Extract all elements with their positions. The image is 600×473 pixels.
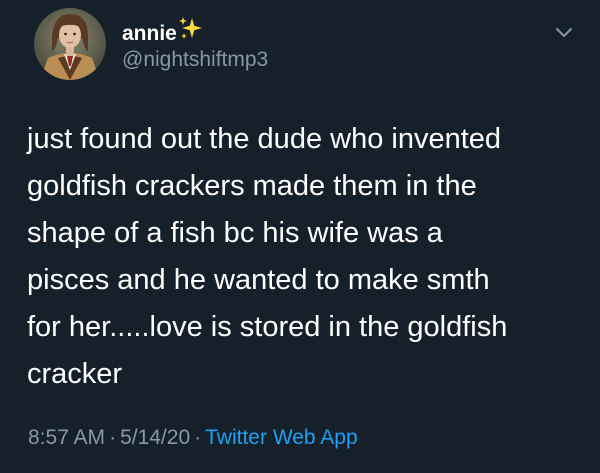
tweet-text-line: for her.....love is stored in the goldfi…: [27, 311, 508, 343]
tweet-meta: 8:57 AM · 5/14/20 · Twitter Web App: [28, 425, 358, 451]
source-link[interactable]: Twitter Web App: [205, 426, 358, 449]
avatar[interactable]: [34, 8, 106, 80]
tweet-time[interactable]: 8:57 AM: [28, 426, 105, 449]
tweet-text-line: goldfish crackers made them in the: [27, 170, 477, 202]
tweet-card: annie @nightshiftmp3 just found out the …: [0, 0, 600, 473]
avatar-image: [34, 8, 106, 80]
meta-separator: ·: [194, 426, 202, 449]
tweet-text: just found out the dude who invented gol…: [27, 116, 587, 398]
user-handle[interactable]: @nightshiftmp3: [122, 48, 268, 72]
chevron-down-icon[interactable]: [555, 26, 573, 38]
tweet-text-line: just found out the dude who invented: [27, 123, 502, 155]
tweet-text-line: shape of a fish bc his wife was a: [27, 217, 443, 249]
sparkles-icon: [178, 16, 204, 48]
meta-separator: ·: [109, 426, 117, 449]
display-name-text: annie: [122, 22, 177, 45]
display-name[interactable]: annie: [122, 17, 204, 48]
tweet-date[interactable]: 5/14/20: [120, 426, 190, 449]
tweet-text-line: cracker: [27, 358, 123, 390]
tweet-text-line: pisces and he wanted to make smth: [27, 264, 490, 296]
